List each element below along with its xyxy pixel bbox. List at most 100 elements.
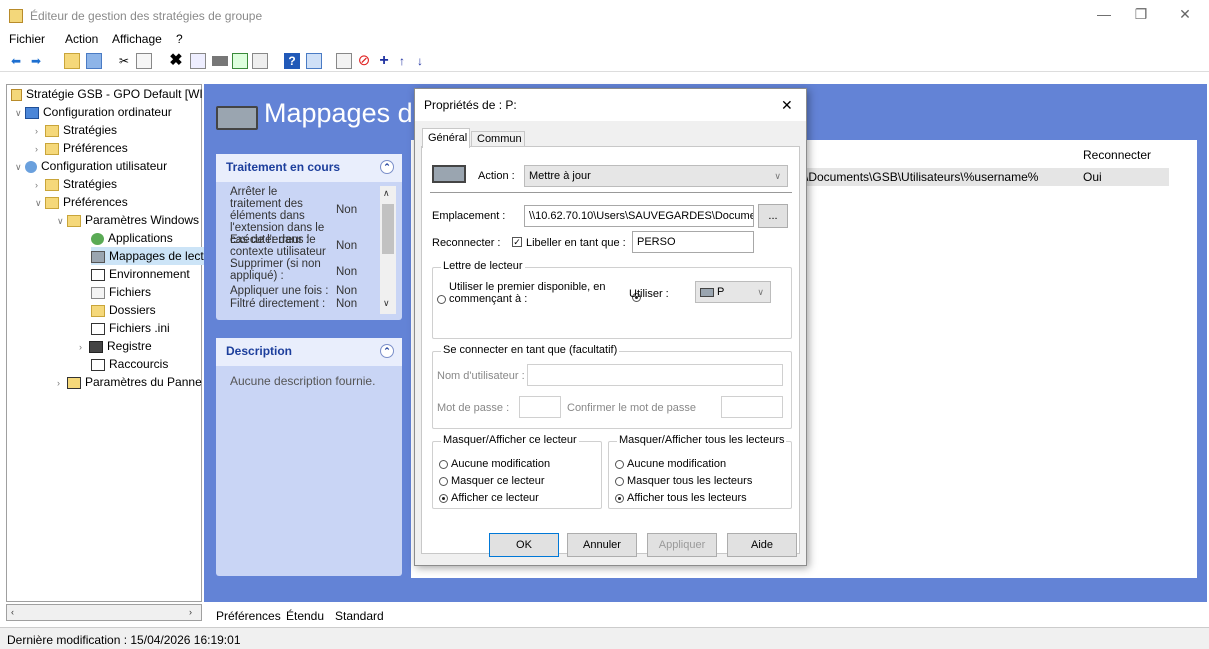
location-label: Emplacement : bbox=[432, 210, 506, 222]
menu-fichier[interactable]: Fichier bbox=[9, 32, 45, 46]
new-item-icon[interactable] bbox=[336, 53, 352, 69]
tree-item-parametres-panneau[interactable]: › Paramètres du Panne bbox=[57, 373, 202, 391]
tree-item-applications[interactable]: Applications bbox=[91, 229, 173, 247]
hide-show-all-group-label: Masquer/Afficher tous les lecteurs bbox=[617, 434, 787, 446]
show-drive-option[interactable]: Afficher ce lecteur bbox=[439, 492, 539, 504]
tree-item-registre[interactable]: › Registre bbox=[79, 337, 152, 355]
chevron-down-icon: ∨ bbox=[757, 287, 764, 297]
hide-all-option[interactable]: Masquer tous les lecteurs bbox=[615, 475, 752, 487]
password-input[interactable] bbox=[519, 396, 561, 418]
ok-button[interactable]: OK bbox=[489, 533, 559, 557]
action-select[interactable]: Mettre à jour ∨ bbox=[524, 165, 788, 187]
properties-icon[interactable] bbox=[190, 53, 206, 69]
help-icon[interactable]: ? bbox=[284, 53, 300, 69]
menu-affichage[interactable]: Affichage bbox=[112, 32, 162, 46]
show-tree-icon[interactable] bbox=[86, 53, 102, 69]
delete-icon[interactable]: ✖ bbox=[168, 53, 184, 69]
location-input[interactable]: \\10.62.70.10\Users\SAUVEGARDES\Documen bbox=[524, 205, 754, 227]
menu-help[interactable]: ? bbox=[176, 32, 183, 46]
processing-label: Supprimer (si non appliqué) : bbox=[230, 258, 321, 282]
cancel-button[interactable]: Annuler bbox=[567, 533, 637, 557]
dialog-title-bar: Propriétés de : P: ✕ bbox=[415, 89, 806, 121]
tab-etendu[interactable]: Étendu bbox=[286, 609, 324, 623]
no-change-option[interactable]: Aucune modification bbox=[439, 458, 550, 470]
first-available-label-2: commençant à : bbox=[449, 293, 528, 305]
close-button[interactable]: ✕ bbox=[1171, 6, 1199, 26]
show-all-option[interactable]: Afficher tous les lecteurs bbox=[615, 492, 747, 504]
block-icon[interactable]: ⊘ bbox=[356, 53, 372, 69]
hide-drive-option[interactable]: Masquer ce lecteur bbox=[439, 475, 545, 487]
tree-item-strategies-ordinateur[interactable]: › Stratégies bbox=[35, 121, 117, 139]
scroll-thumb[interactable] bbox=[382, 204, 394, 254]
up-folder-icon[interactable] bbox=[64, 53, 80, 69]
scroll-up-icon[interactable]: ∧ bbox=[383, 188, 390, 199]
processing-scrollbar[interactable]: ∧ ∨ bbox=[380, 186, 396, 314]
help-button[interactable]: Aide bbox=[727, 533, 797, 557]
cut-icon[interactable]: ✂ bbox=[116, 53, 132, 69]
print-icon[interactable] bbox=[212, 56, 228, 66]
first-available-radio[interactable] bbox=[437, 295, 446, 305]
tree-root[interactable]: Stratégie GSB - GPO Default [WI bbox=[11, 85, 203, 103]
copy-icon[interactable] bbox=[136, 53, 152, 69]
drive-map-icon bbox=[91, 250, 105, 263]
tree-item-configuration-ordinateur[interactable]: ∨ Configuration ordinateur bbox=[15, 103, 172, 121]
collapse-icon[interactable]: ⌃ bbox=[380, 160, 394, 174]
collapse-icon[interactable]: ⌃ bbox=[380, 344, 394, 358]
separator bbox=[430, 192, 792, 193]
minimize-button[interactable]: — bbox=[1090, 6, 1118, 26]
tree-item-fichiers-ini[interactable]: Fichiers .ini bbox=[91, 319, 170, 337]
back-icon[interactable]: ⬅ bbox=[8, 53, 24, 69]
properties-dialog: Propriétés de : P: ✕ Général Commun Acti… bbox=[414, 88, 807, 566]
confirm-password-input[interactable] bbox=[721, 396, 783, 418]
tree-item-environnement[interactable]: Environnement bbox=[91, 265, 190, 283]
tree-item-mappages-lecteurs[interactable]: Mappages de lect bbox=[91, 247, 206, 265]
tree-item-parametres-windows[interactable]: ∨ Paramètres Windows bbox=[57, 211, 199, 229]
tab-general[interactable]: Général bbox=[422, 128, 470, 148]
console-icon[interactable] bbox=[306, 53, 322, 69]
user-icon bbox=[25, 160, 37, 173]
move-up-icon[interactable]: ↑ bbox=[394, 53, 410, 69]
move-down-icon[interactable]: ↓ bbox=[412, 53, 428, 69]
tree-item-fichiers[interactable]: Fichiers bbox=[91, 283, 151, 301]
export-icon[interactable] bbox=[252, 53, 268, 69]
description-panel-title: Description ⌃ bbox=[216, 338, 402, 366]
tree-item-preferences-ordinateur[interactable]: › Préférences bbox=[35, 139, 128, 157]
tree-item-dossiers[interactable]: Dossiers bbox=[91, 301, 156, 319]
radio-icon bbox=[615, 459, 624, 469]
window-title: Éditeur de gestion des stratégies de gro… bbox=[30, 9, 263, 23]
tab-standard[interactable]: Standard bbox=[335, 609, 384, 623]
dialog-close-button[interactable]: ✕ bbox=[781, 97, 793, 114]
label-as-input[interactable]: PERSO bbox=[632, 231, 754, 253]
scroll-right-icon[interactable]: › bbox=[189, 607, 192, 617]
column-header-reconnecter[interactable]: Reconnecter bbox=[1083, 148, 1151, 162]
tree-item-configuration-utilisateur[interactable]: ∨ Configuration utilisateur bbox=[15, 157, 167, 175]
use-label: Utiliser : bbox=[629, 288, 669, 300]
tab-preferences[interactable]: Préférences bbox=[216, 609, 281, 623]
drive-letter-select[interactable]: P ∨ bbox=[695, 281, 771, 303]
all-no-change-option[interactable]: Aucune modification bbox=[615, 458, 726, 470]
radio-icon bbox=[615, 476, 624, 486]
dialog-title: Propriétés de : P: bbox=[424, 98, 517, 112]
forward-icon[interactable]: ➡ bbox=[28, 53, 44, 69]
processing-list: Arrêter le traitement des éléments dans … bbox=[230, 186, 358, 314]
action-label: Action : bbox=[478, 170, 515, 182]
tree-horizontal-scrollbar[interactable]: ‹ › bbox=[6, 604, 202, 621]
tree-item-strategies-utilisateur[interactable]: › Stratégies bbox=[35, 175, 117, 193]
refresh-icon[interactable] bbox=[232, 53, 248, 69]
tree-item-raccourcis[interactable]: Raccourcis bbox=[91, 355, 168, 373]
policy-icon bbox=[11, 88, 22, 101]
restore-button[interactable]: ❐ bbox=[1127, 6, 1155, 26]
tab-commun[interactable]: Commun bbox=[471, 131, 525, 147]
processing-value: Non bbox=[336, 285, 358, 297]
scroll-left-icon[interactable]: ‹ bbox=[11, 607, 14, 617]
folders-icon bbox=[91, 304, 105, 317]
tree-item-preferences-utilisateur[interactable]: ∨ Préférences bbox=[35, 193, 128, 211]
reconnect-checkbox[interactable]: ✓ bbox=[512, 237, 522, 247]
apply-button[interactable]: Appliquer bbox=[647, 533, 717, 557]
scroll-down-icon[interactable]: ∨ bbox=[383, 298, 390, 309]
menu-action[interactable]: Action bbox=[65, 32, 98, 46]
add-icon[interactable]: + bbox=[376, 53, 392, 69]
pane-heading: Mappages d bbox=[264, 98, 413, 128]
browse-button[interactable]: ... bbox=[758, 204, 788, 228]
username-input[interactable] bbox=[527, 364, 783, 386]
